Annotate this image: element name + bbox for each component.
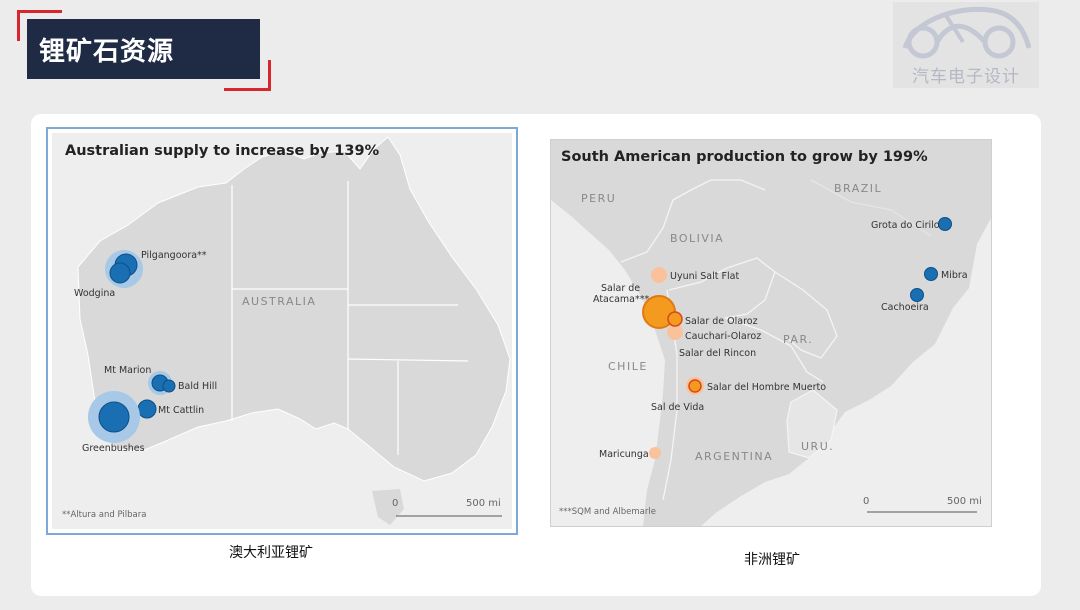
site-label-wodgina: Wodgina <box>74 288 115 299</box>
south-america-map-graphic: PERU BRAZIL BOLIVIA CHILE PAR. ARGENTINA… <box>551 140 991 526</box>
country-label-uruguay: URU. <box>801 440 834 453</box>
site-label-mt-marion: Mt Marion <box>104 365 151 376</box>
site-marker-bald-hill <box>162 379 176 393</box>
south-america-lithium-map: PERU BRAZIL BOLIVIA CHILE PAR. ARGENTINA… <box>550 139 992 527</box>
caption-south-america: 非洲锂矿 <box>744 552 800 568</box>
site-label-rincon: Salar del Rincon <box>679 348 756 359</box>
site-label-cauchari-olaroz: Cauchari-Olaroz <box>685 331 761 342</box>
site-label-pilgangoora: Pilgangoora** <box>141 250 207 261</box>
map-footnote: ***SQM and Albemarle <box>559 507 656 517</box>
map-title-australia: Australian supply to increase by 139% <box>65 143 380 159</box>
country-label-paraguay: PAR. <box>783 333 813 346</box>
logo-text: 汽车电子设计 <box>912 67 1020 87</box>
site-label-cachoeira: Cachoeira <box>881 302 929 313</box>
country-label-chile: CHILE <box>608 360 648 373</box>
brand-logo: 汽车电子设计 <box>893 2 1039 88</box>
map-footnote: **Altura and Pilbara <box>62 510 146 520</box>
australia-lithium-map: AUSTRALIA Pilgangoora** Wodgina Mt Mario… <box>46 127 518 535</box>
site-marker-uyuni <box>651 267 667 283</box>
content-card: AUSTRALIA Pilgangoora** Wodgina Mt Mario… <box>31 114 1041 596</box>
site-marker-maricunga <box>649 447 661 459</box>
scale-start-label: 0 <box>392 498 398 509</box>
site-label-maricunga: Maricunga <box>599 449 649 460</box>
site-marker-grota-do-cirilo <box>938 217 952 231</box>
site-label-atacama: Atacama*** <box>593 294 649 305</box>
country-label-argentina: ARGENTINA <box>695 450 773 463</box>
site-label-salar-de: Salar de <box>601 283 640 294</box>
site-marker-cachoeira <box>910 288 924 302</box>
site-label-grota-do-cirilo: Grota do Cirilo <box>871 220 940 231</box>
map-title-south-america: South American production to grow by 199… <box>561 149 928 165</box>
country-label-peru: PERU <box>581 192 616 205</box>
site-marker-olaroz <box>667 311 683 327</box>
caption-australia: 澳大利亚锂矿 <box>229 545 313 561</box>
site-marker-mt-cattlin <box>137 399 157 419</box>
site-label-sal-de-vida: Sal de Vida <box>651 402 704 413</box>
site-label-uyuni: Uyuni Salt Flat <box>670 271 739 282</box>
site-marker-mibra <box>924 267 938 281</box>
title-corner-bottom-right <box>224 60 271 91</box>
country-label-brazil: BRAZIL <box>834 182 882 195</box>
australia-map-graphic: AUSTRALIA Pilgangoora** Wodgina Mt Mario… <box>62 136 511 525</box>
site-label-mt-cattlin: Mt Cattlin <box>158 405 204 416</box>
site-label-bald-hill: Bald Hill <box>178 381 217 392</box>
site-marker-hombre-muerto <box>688 379 702 393</box>
site-marker-wodgina <box>109 262 131 284</box>
site-label-olaroz: Salar de Olaroz <box>685 316 758 327</box>
country-label-bolivia: BOLIVIA <box>670 232 724 245</box>
scale-end-label: 500 mi <box>466 498 501 509</box>
site-label-mibra: Mibra <box>941 270 968 281</box>
car-logo-icon <box>902 6 1032 59</box>
site-label-greenbushes: Greenbushes <box>82 443 145 454</box>
site-label-hombre-muerto: Salar del Hombre Muerto <box>707 382 826 393</box>
scale-start-label: 0 <box>863 496 869 507</box>
scale-end-label: 500 mi <box>947 496 982 507</box>
region-label-australia: AUSTRALIA <box>242 295 316 308</box>
site-marker-greenbushes <box>98 401 130 433</box>
